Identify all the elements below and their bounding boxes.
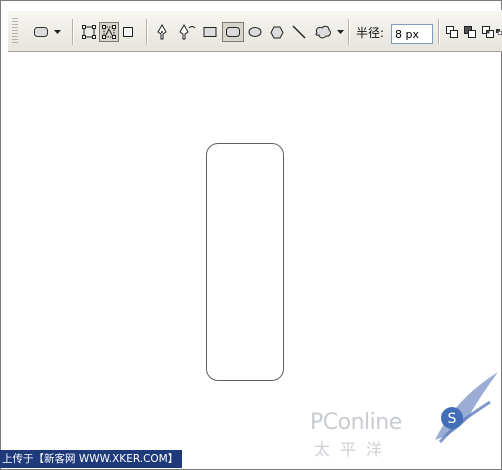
toolbar-separator [72, 19, 73, 45]
rounded-rectangle-icon[interactable] [222, 22, 244, 42]
polygon-icon[interactable] [268, 22, 286, 42]
dropdown-arrow-icon[interactable] [52, 22, 62, 42]
intersect-shape-icon[interactable] [480, 22, 496, 42]
svg-text:S: S [448, 411, 457, 427]
custom-shape-icon[interactable] [312, 22, 334, 42]
toolbar-separator [438, 19, 439, 45]
rounded-rect-preset-icon[interactable] [30, 22, 52, 42]
line-icon[interactable] [290, 22, 308, 42]
freeform-pen-icon[interactable] [176, 22, 198, 42]
upload-caption: 上传于【新客网 WWW.XKER.COM】 [0, 450, 182, 468]
paths-icon[interactable] [99, 22, 119, 42]
watermark-subtitle: 太平洋 [314, 440, 393, 459]
exclude-shape-icon[interactable] [496, 22, 502, 42]
radius-input[interactable] [391, 24, 433, 44]
rectangle-icon[interactable] [201, 22, 219, 42]
watermark: PConline 太平洋 S [300, 372, 502, 466]
ellipse-icon[interactable] [246, 22, 264, 42]
fill-pixels-icon[interactable] [120, 22, 136, 42]
options-toolbar: 半径: [8, 10, 502, 52]
add-to-shape-icon[interactable] [444, 22, 460, 42]
dropdown-arrow-icon[interactable] [335, 22, 345, 42]
rounded-rectangle-path[interactable] [206, 143, 284, 381]
radius-label: 半径: [356, 26, 385, 40]
shape-layers-icon[interactable] [80, 22, 98, 42]
wing-logo-icon: S [435, 372, 498, 443]
toolbar-grip-icon[interactable] [12, 18, 18, 44]
pen-icon[interactable] [153, 22, 171, 42]
watermark-brand: PConline [310, 410, 402, 435]
toolbar-separator [146, 19, 147, 45]
subtract-shape-icon[interactable] [462, 22, 478, 42]
toolbar-separator [348, 19, 349, 45]
